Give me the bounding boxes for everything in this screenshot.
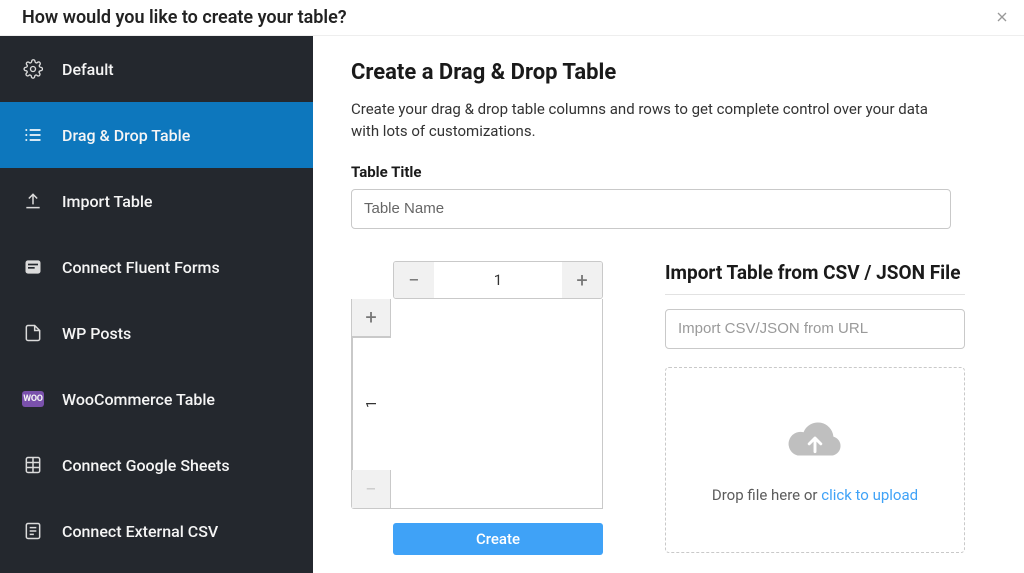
sidebar-item-external-csv[interactable]: Connect External CSV <box>0 498 313 564</box>
divider <box>665 294 965 295</box>
grid-preview <box>391 299 603 509</box>
sidebar-item-fluent-forms[interactable]: Connect Fluent Forms <box>0 234 313 300</box>
sidebar-item-wp-posts[interactable]: WP Posts <box>0 300 313 366</box>
click-to-upload-link[interactable]: click to upload <box>821 486 918 504</box>
content-area: Create a Drag & Drop Table Create your d… <box>313 36 1024 573</box>
dropzone-text: Drop file here or click to upload <box>712 486 918 504</box>
sidebar-item-google-sheets[interactable]: Connect Google Sheets <box>0 432 313 498</box>
columns-decrement-button[interactable]: − <box>394 262 434 298</box>
sidebar-item-drag-drop[interactable]: Drag & Drop Table <box>0 102 313 168</box>
columns-value: 1 <box>434 262 562 298</box>
document-icon <box>22 322 44 344</box>
form-icon <box>22 256 44 278</box>
woocommerce-icon: WOO <box>22 388 44 410</box>
upload-icon <box>22 190 44 212</box>
sidebar-item-label: Drag & Drop Table <box>62 126 190 145</box>
sidebar-item-label: Connect Google Sheets <box>62 456 230 475</box>
dropzone-text-prefix: Drop file here or <box>712 486 821 504</box>
create-button[interactable]: Create <box>393 523 603 555</box>
sidebar-item-label: Default <box>62 60 114 79</box>
page-title: Create a Drag & Drop Table <box>351 60 986 85</box>
sidebar-item-woocommerce[interactable]: WOO WooCommerce Table <box>0 366 313 432</box>
csv-icon <box>22 520 44 542</box>
sidebar-item-label: Connect External CSV <box>62 522 218 541</box>
close-icon[interactable] <box>994 8 1010 28</box>
import-title: Import Table from CSV / JSON File <box>665 261 986 284</box>
import-panel: Import Table from CSV / JSON File Drop f… <box>665 261 986 555</box>
sidebar-item-label: WooCommerce Table <box>62 390 215 409</box>
modal-header: How would you like to create your table? <box>0 0 1024 36</box>
sheet-icon <box>22 454 44 476</box>
grid-builder: − 1 + + 1 − Create <box>351 261 603 555</box>
rows-stepper: + 1 − <box>351 299 391 509</box>
list-icon <box>22 124 44 146</box>
table-title-input[interactable] <box>351 189 951 229</box>
sidebar: Default Drag & Drop Table Import Table C… <box>0 36 313 573</box>
columns-increment-button[interactable]: + <box>562 262 602 298</box>
modal-title: How would you like to create your table? <box>22 7 347 28</box>
sidebar-item-default[interactable]: Default <box>0 36 313 102</box>
table-title-label: Table Title <box>351 163 986 181</box>
rows-increment-button[interactable]: + <box>352 299 391 337</box>
sidebar-item-label: Import Table <box>62 192 153 211</box>
file-dropzone[interactable]: Drop file here or click to upload <box>665 367 965 553</box>
sidebar-item-import[interactable]: Import Table <box>0 168 313 234</box>
page-description: Create your drag & drop table columns an… <box>351 99 951 143</box>
sidebar-item-label: WP Posts <box>62 324 131 343</box>
import-url-input[interactable] <box>665 309 965 349</box>
sidebar-item-label: Connect Fluent Forms <box>62 258 220 277</box>
rows-value: 1 <box>352 337 391 470</box>
rows-decrement-button[interactable]: − <box>352 470 391 508</box>
gear-icon <box>22 58 44 80</box>
columns-stepper: − 1 + <box>393 261 603 299</box>
cloud-upload-icon <box>784 416 846 468</box>
